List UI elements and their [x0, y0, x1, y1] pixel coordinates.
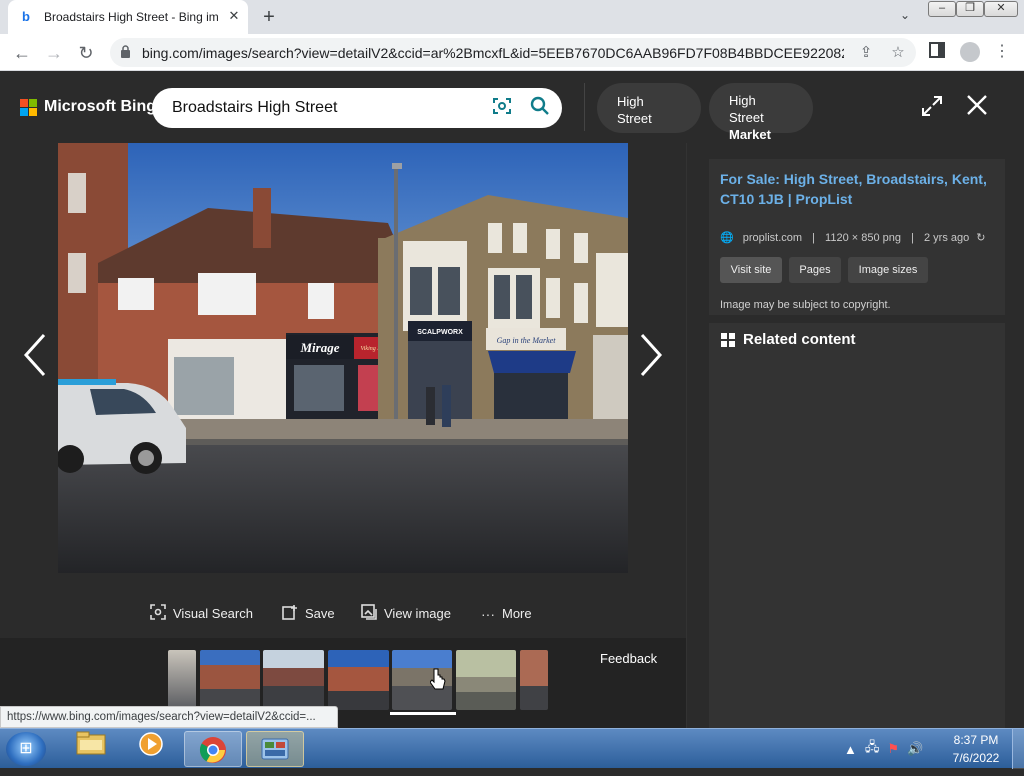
related-search-chip[interactable]: High Street	[597, 83, 701, 133]
address-toolbar: ← → ↻ bing.com/images/search?view=detail…	[0, 34, 1024, 71]
profile-avatar[interactable]	[960, 42, 980, 62]
new-tab-button[interactable]: +	[258, 6, 280, 28]
volume-icon[interactable]: 🔊	[907, 741, 923, 757]
restore-button[interactable]: ❐	[956, 1, 984, 17]
clock-time[interactable]: 8:37 PM	[946, 733, 1006, 747]
show-hidden-icons-icon[interactable]: ▲	[844, 742, 857, 757]
side-panel-icon[interactable]	[927, 42, 947, 62]
thumbnail[interactable]	[168, 650, 196, 710]
image-sizes-button[interactable]: Image sizes	[848, 257, 928, 283]
image-action-bar: Visual Search Save View image ··· More	[0, 599, 686, 629]
grid-icon	[721, 333, 735, 347]
visual-search-icon	[150, 604, 166, 624]
main-photo[interactable]: Mirage Viking Bay Emporium SCALPWORX	[58, 143, 628, 573]
image-viewer: Mirage Viking Bay Emporium SCALPWORX	[0, 143, 686, 638]
thumbnail[interactable]	[520, 650, 548, 710]
previous-image-arrow-icon[interactable]	[20, 333, 50, 381]
system-tray: ▲ 🖧 ⚑ 🔊	[844, 735, 954, 763]
selected-thumbnail-indicator	[390, 712, 456, 715]
save-button[interactable]: Save	[282, 599, 335, 629]
image-age: 2 yrs ago	[923, 232, 970, 244]
action-label: Visual Search	[173, 606, 253, 621]
view-image-icon	[361, 604, 377, 624]
bookmark-star-icon[interactable]: ☆	[888, 43, 908, 63]
header-divider	[584, 83, 585, 131]
thumbnail[interactable]	[456, 650, 516, 710]
link-status-bar: https://www.bing.com/images/search?view=…	[0, 706, 338, 728]
bing-favicon-icon: b	[22, 9, 30, 24]
related-content-title: Related content	[743, 331, 856, 348]
thumbnail[interactable]	[200, 650, 260, 710]
more-icon: ···	[481, 606, 495, 622]
taskbar: ⊞ ▲ 🖧 ⚑ 🔊 8:37 PM 7/6/2022	[0, 728, 1024, 769]
start-button-windows-icon[interactable]: ⊞	[6, 732, 46, 766]
microsoft-logo-icon[interactable]	[20, 99, 38, 117]
related-search-chip[interactable]: High Street Market	[709, 83, 813, 142]
expand-icon[interactable]	[920, 95, 944, 119]
chrome-icon[interactable]	[184, 731, 242, 767]
browser-tab[interactable]: b Broadstairs High Street - Bing im ✕	[8, 0, 248, 34]
action-label: More	[502, 606, 532, 621]
bing-brand[interactable]: Microsoft Bing	[44, 98, 156, 116]
lock-icon[interactable]	[120, 45, 132, 59]
search-input[interactable]: Broadstairs High Street	[172, 99, 337, 117]
action-label: View image	[384, 606, 451, 621]
next-image-arrow-icon[interactable]	[636, 333, 666, 381]
show-desktop-button[interactable]	[1012, 729, 1024, 769]
source-title-link[interactable]: For Sale: High Street, Broadstairs, Kent…	[720, 169, 992, 209]
shop-sign-mirage: Mirage	[300, 340, 340, 355]
clock-date[interactable]: 7/6/2022	[946, 751, 1006, 765]
media-player-icon[interactable]	[122, 731, 180, 767]
file-explorer-icon[interactable]	[62, 731, 120, 767]
visual-search-button[interactable]: Visual Search	[150, 599, 253, 629]
chip-label: High Street	[617, 94, 652, 126]
visit-site-button[interactable]: Visit site	[720, 257, 782, 283]
related-content-card: Related content	[709, 323, 1005, 728]
action-center-flag-icon[interactable]: ⚑	[887, 741, 899, 757]
source-card: For Sale: High Street, Broadstairs, Kent…	[709, 159, 1005, 315]
thumbnail[interactable]	[328, 650, 389, 710]
chip-label: High Street	[729, 93, 764, 125]
close-icon[interactable]	[964, 93, 990, 119]
back-arrow-icon[interactable]: ←	[10, 41, 34, 65]
search-box[interactable]: Broadstairs High Street	[152, 88, 562, 128]
forward-arrow-icon[interactable]: →	[42, 41, 66, 65]
view-image-button[interactable]: View image	[361, 599, 451, 629]
thumbnail[interactable]	[263, 650, 324, 710]
tab-title: Broadstairs High Street - Bing im	[44, 10, 219, 24]
source-site[interactable]: proplist.com	[743, 232, 802, 244]
url-text[interactable]: bing.com/images/search?view=detailV2&cci…	[142, 45, 844, 61]
shop-sign-gap-in-the-market: Gap in the Market	[497, 336, 557, 345]
history-icon: ↻	[976, 232, 986, 244]
chip-label-bold: Market	[729, 127, 771, 142]
tab-strip: b Broadstairs High Street - Bing im ✕ + …	[0, 0, 1024, 34]
tab-close-icon[interactable]: ✕	[226, 8, 242, 24]
search-icon[interactable]	[528, 96, 552, 120]
window-close-button[interactable]: ✕	[984, 1, 1018, 17]
copyright-notice: Image may be subject to copyright.	[720, 299, 891, 311]
feedback-link[interactable]: Feedback	[600, 651, 657, 666]
browser-menu-icon[interactable]: ⋮	[994, 42, 1010, 62]
image-dimensions: 1120 × 850 png	[825, 232, 901, 244]
pages-button[interactable]: Pages	[789, 257, 841, 283]
network-icon[interactable]: 🖧	[865, 738, 880, 760]
minimize-button[interactable]: –	[928, 1, 956, 17]
bing-header: Microsoft Bing Broadstairs High Street H…	[0, 71, 1024, 143]
reload-icon[interactable]: ↻	[74, 41, 98, 65]
control-panel-icon[interactable]	[246, 731, 304, 767]
save-icon	[282, 604, 298, 624]
visual-search-icon[interactable]	[490, 96, 514, 120]
details-panel: For Sale: High Street, Broadstairs, Kent…	[686, 143, 1024, 728]
mouse-cursor-icon	[429, 668, 446, 690]
action-label: Save	[305, 606, 335, 621]
address-bar[interactable]: bing.com/images/search?view=detailV2&cci…	[110, 38, 916, 67]
shop-sign-scalpworx: SCALPWORX	[417, 329, 463, 336]
more-button[interactable]: ··· More	[481, 599, 532, 629]
globe-icon: 🌐	[720, 232, 734, 244]
source-meta: 🌐 proplist.com | 1120 × 850 png | 2 yrs …	[720, 232, 986, 244]
share-icon[interactable]: ⇪	[856, 43, 876, 63]
tab-search-chevron-icon[interactable]: ⌄	[896, 8, 914, 26]
